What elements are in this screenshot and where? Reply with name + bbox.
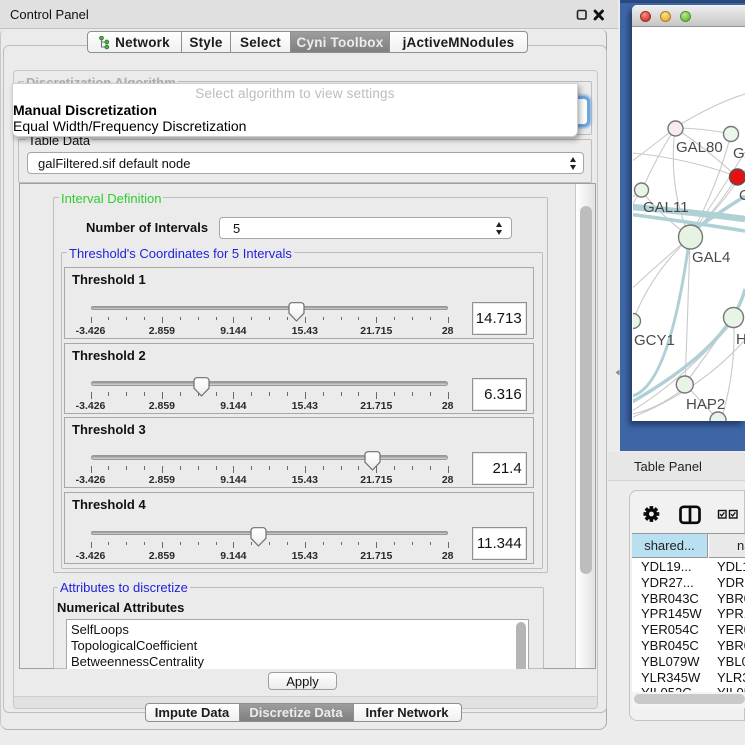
svg-text:CM: CM xyxy=(739,187,745,204)
svg-text:HAP2: HAP2 xyxy=(686,396,725,413)
svg-text:GAL4: GAL4 xyxy=(692,249,730,266)
svg-text:GCY1: GCY1 xyxy=(634,332,675,349)
svg-text:GAL80: GAL80 xyxy=(676,139,723,156)
svg-text:GAL11: GAL11 xyxy=(643,199,689,216)
svg-text:HA: HA xyxy=(736,331,745,348)
svg-text:GAL: GAL xyxy=(733,145,745,162)
